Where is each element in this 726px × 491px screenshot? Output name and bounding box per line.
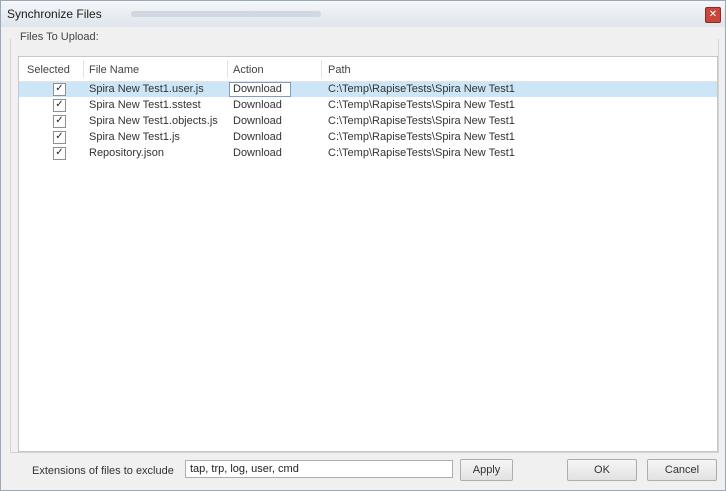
action-cell[interactable]: Download	[233, 131, 282, 143]
close-icon[interactable]: ✕	[705, 7, 721, 23]
table-row[interactable]: ✓ Spira New Test1.user.js Download C:\Te…	[19, 82, 717, 97]
table-row[interactable]: ✓ Spira New Test1.objects.js Download C:…	[19, 114, 717, 129]
column-header-path[interactable]: Path	[328, 64, 351, 76]
file-name-cell: Repository.json	[89, 147, 164, 159]
blurred-title-text	[131, 11, 321, 17]
selected-checkbox[interactable]: ✓	[53, 131, 66, 144]
file-name-cell: Spira New Test1.objects.js	[89, 115, 218, 127]
title-bar: Synchronize Files ✕	[1, 1, 725, 27]
action-cell[interactable]: Download	[233, 147, 282, 159]
action-cell[interactable]: Download	[233, 115, 282, 127]
grid-header: Selected File Name Action Path	[19, 57, 717, 82]
files-grid: Selected File Name Action Path ✓ Spira N…	[18, 56, 718, 452]
table-row[interactable]: ✓ Repository.json Download C:\Temp\Rapis…	[19, 146, 717, 161]
path-cell: C:\Temp\RapiseTests\Spira New Test1	[328, 115, 515, 127]
column-divider[interactable]	[227, 60, 228, 78]
table-row[interactable]: ✓ Spira New Test1.js Download C:\Temp\Ra…	[19, 130, 717, 145]
synchronize-files-dialog: Synchronize Files ✕ Files To Upload: Sel…	[0, 0, 726, 491]
exclude-extensions-label: Extensions of files to exclude	[32, 465, 174, 477]
window-title: Synchronize Files	[7, 7, 102, 21]
ok-button[interactable]: OK	[567, 459, 637, 481]
cancel-button[interactable]: Cancel	[647, 459, 717, 481]
exclude-extensions-input[interactable]	[185, 460, 453, 478]
column-divider[interactable]	[321, 60, 322, 78]
table-row[interactable]: ✓ Spira New Test1.sstest Download C:\Tem…	[19, 98, 717, 113]
file-name-cell: Spira New Test1.js	[89, 131, 180, 143]
path-cell: C:\Temp\RapiseTests\Spira New Test1	[328, 99, 515, 111]
selected-checkbox[interactable]: ✓	[53, 99, 66, 112]
column-header-selected[interactable]: Selected	[27, 64, 70, 76]
action-cell[interactable]: Download	[233, 83, 282, 95]
column-divider[interactable]	[83, 60, 84, 78]
path-cell: C:\Temp\RapiseTests\Spira New Test1	[328, 131, 515, 143]
path-cell: C:\Temp\RapiseTests\Spira New Test1	[328, 83, 515, 95]
selected-checkbox[interactable]: ✓	[53, 83, 66, 96]
apply-button[interactable]: Apply	[460, 459, 513, 481]
path-cell: C:\Temp\RapiseTests\Spira New Test1	[328, 147, 515, 159]
selected-checkbox[interactable]: ✓	[53, 115, 66, 128]
group-title: Files To Upload:	[18, 31, 101, 43]
column-header-action[interactable]: Action	[233, 64, 264, 76]
action-cell[interactable]: Download	[233, 99, 282, 111]
file-name-cell: Spira New Test1.sstest	[89, 99, 201, 111]
file-name-cell: Spira New Test1.user.js	[89, 83, 204, 95]
column-header-file-name[interactable]: File Name	[89, 64, 139, 76]
selected-checkbox[interactable]: ✓	[53, 147, 66, 160]
